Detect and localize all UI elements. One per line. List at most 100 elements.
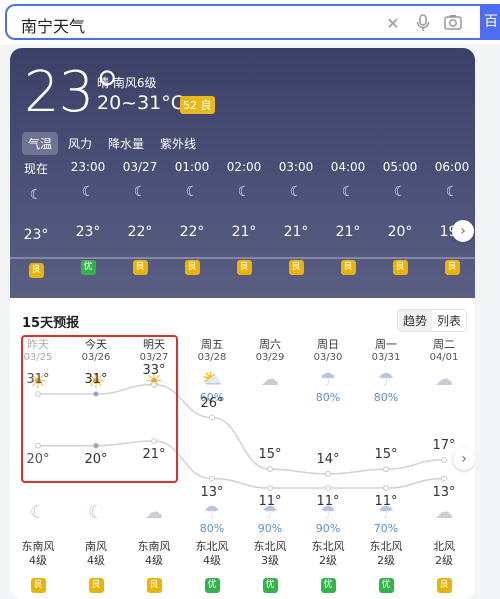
hourly-time: 04:00 (330, 160, 366, 174)
day-aqi-badge: 优 (204, 578, 220, 593)
hourly-temp: 20° (387, 224, 413, 240)
day-name: 周一 (375, 338, 397, 351)
current-weather: 23° 晴 南风6级 20~31°C 52 良 气温 风力 降水量 紫外线 现在… (10, 48, 475, 298)
moon-icon: ☾ (445, 184, 459, 200)
low-temp-label: 11° (316, 494, 340, 509)
moon-icon: ☾ (29, 187, 43, 203)
low-temp-point (383, 485, 389, 491)
rain-icon: ☂ (319, 369, 337, 390)
wind-direction: 东南风 (21, 540, 55, 553)
hourly-aqi-badge: 良 (340, 260, 356, 275)
hourly-aqi-badge: 良 (392, 260, 408, 275)
wind-level: 2级 (435, 554, 453, 567)
temperature-range: 20~31°C (97, 92, 185, 114)
day-aqi-badge: 良 (436, 578, 452, 593)
forecast-night: ☂ 90% 东北风 3级优 (244, 502, 296, 593)
hourly-item: 现在 ☾ 23° 良 (14, 160, 58, 278)
hourly-time: 03:00 (278, 160, 314, 174)
hourly-item: 06:00☾19°良 (430, 160, 474, 275)
forecast-day[interactable]: 周二 04/01 ☁ (418, 336, 470, 405)
hourly-time: 05:00 (382, 160, 418, 174)
search-button[interactable]: 百 (480, 4, 500, 40)
forecast-night: ☂ 90% 东北风 2级优 (302, 502, 354, 593)
high-temp-label: 15° (258, 447, 282, 463)
hourly-item: 23:00 ☾ 23° 优 (66, 160, 110, 275)
aqi-badge[interactable]: 52 良 (180, 96, 215, 114)
wind-direction: 东北风 (253, 540, 287, 553)
tab-wind[interactable]: 风力 (62, 132, 98, 155)
wind-direction: 东南风 (137, 540, 171, 553)
day-aqi-badge: 良 (146, 578, 162, 593)
high-temp-label: 14° (316, 451, 340, 467)
day-aqi-badge: 良 (88, 578, 104, 593)
clear-icon[interactable]: ✕ (383, 14, 403, 34)
view-toggle: 趋势 列表 (397, 309, 468, 332)
hourly-item: 02:00 ☾ 21° 良 (222, 160, 266, 275)
tab-temperature[interactable]: 气温 (22, 132, 59, 155)
forecast-title: 15天预报 (22, 316, 80, 331)
night-precip (12, 522, 64, 536)
hourly-temp: 23° (75, 224, 101, 240)
wind-direction: 北风 (433, 540, 455, 553)
toggle-trend[interactable]: 趋势 (398, 310, 433, 331)
night-precip: 90% (257, 522, 283, 535)
low-temp-label: 13° (432, 484, 456, 500)
hourly-time: 01:00 (174, 160, 210, 174)
high-temp-point (209, 414, 215, 421)
forecast-night: ☁ 东南风 4级良 (128, 502, 180, 593)
forecast-night: ☾ 南风 4级良 (70, 502, 122, 593)
forecast-day[interactable]: 周一 03/31 ☂ 80% (360, 336, 412, 405)
tab-precipitation[interactable]: 降水量 (102, 132, 150, 155)
night-precip (418, 522, 470, 536)
wind-level: 4级 (203, 554, 221, 567)
low-temp-label: 11° (258, 494, 282, 509)
day-aqi-badge: 优 (378, 578, 394, 593)
high-temp-point (325, 471, 331, 477)
moon-icon: ☾ (341, 184, 355, 200)
current-condition: 晴 南风6级 (97, 76, 157, 90)
low-temp-point (325, 485, 331, 491)
day-precip: 80% (373, 391, 399, 404)
moon-icon: ☾ (237, 184, 251, 200)
highlight-box (21, 335, 178, 483)
day-date: 03/31 (371, 352, 401, 363)
camera-icon[interactable] (443, 14, 463, 34)
high-temp-point (441, 456, 447, 463)
hourly-aqi-badge: 良 (184, 260, 200, 275)
forecast-day[interactable]: 周六 03/29 ☁ (244, 336, 296, 405)
low-temp-label: 13° (200, 484, 224, 500)
cloud-icon: ☁ (261, 369, 279, 390)
night-precip: 70% (373, 522, 399, 535)
day-precip (418, 391, 470, 405)
search-query: 南宁天气 (21, 17, 86, 36)
day-aqi-badge: 优 (320, 578, 336, 593)
hourly-aqi-badge: 良 (288, 260, 304, 275)
moon-icon: ☾ (185, 184, 199, 200)
wind-level: 2级 (319, 554, 337, 567)
hourly-next-button[interactable]: › (452, 220, 474, 242)
low-temp-point (267, 485, 273, 491)
tab-uv[interactable]: 紫外线 (154, 132, 202, 155)
day-date: 03/29 (255, 352, 285, 363)
hourly-aqi-badge: 良 (132, 260, 148, 275)
hourly-temp: 21° (283, 224, 309, 240)
moon-icon: ☾ (29, 502, 47, 523)
high-temp-label: 26° (200, 395, 224, 411)
microphone-icon[interactable] (413, 14, 433, 34)
hourly-aqi-badge: 良 (28, 263, 44, 278)
hourly-temp: 21° (231, 224, 257, 240)
day-name: 周六 (259, 338, 281, 351)
day-aqi-badge: 良 (30, 578, 46, 593)
wind-level: 4级 (87, 554, 105, 567)
search-input[interactable]: 南宁天气 ✕ (5, 4, 480, 40)
toggle-list[interactable]: 列表 (432, 310, 466, 331)
moon-icon: ☾ (393, 184, 407, 200)
forecast-day[interactable]: 周日 03/30 ☂ 80% (302, 336, 354, 405)
high-temp-point (383, 466, 389, 473)
night-precip (70, 522, 122, 536)
wind-direction: 东北风 (195, 540, 229, 553)
moon-icon: ☾ (289, 184, 303, 200)
hourly-item: 05:00 ☾ 20° 良 (378, 160, 422, 275)
forecast-next-button[interactable]: › (453, 448, 475, 470)
wind-direction: 东北风 (369, 540, 403, 553)
